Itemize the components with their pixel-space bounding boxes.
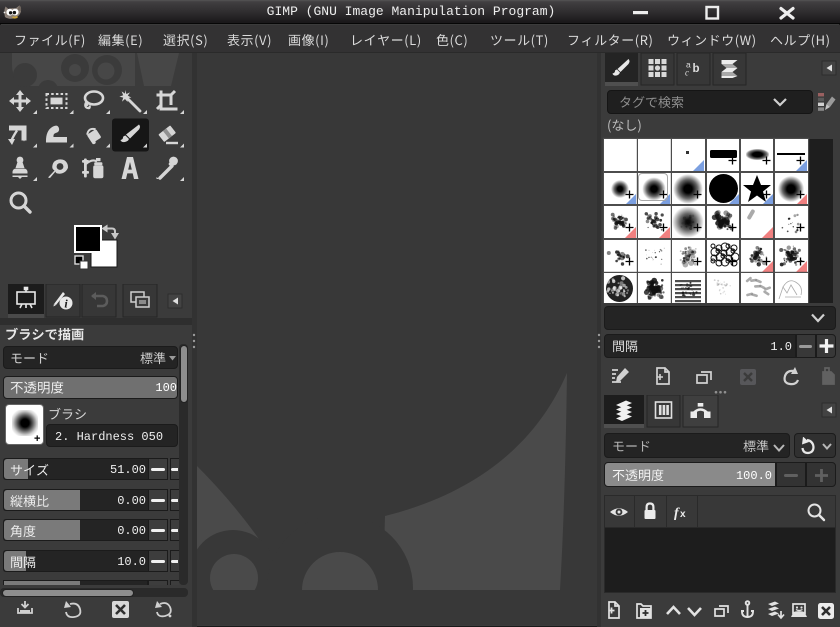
svg-text:x: x	[680, 509, 686, 520]
svg-text:c: c	[685, 68, 689, 78]
svg-text:b: b	[693, 63, 700, 75]
